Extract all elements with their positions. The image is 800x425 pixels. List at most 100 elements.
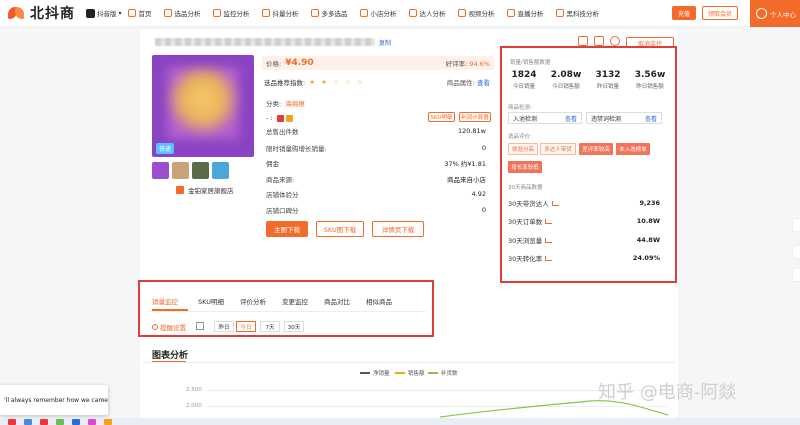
platform-icons-row: - : [266, 113, 490, 123]
recommend-index-row: 选品推荐指数: ★ ★ ☆ ☆ ☆ 商品属性: 查看 [264, 77, 492, 87]
nav-item-influencer-analysis[interactable]: 达人分析 [408, 8, 446, 18]
star-icon[interactable] [610, 36, 620, 46]
detail-page-download-button[interactable]: 详情页下载 [372, 221, 424, 237]
side-float-tab[interactable] [792, 218, 800, 232]
qrcode-icon[interactable] [594, 36, 604, 46]
banned-word-check-link[interactable]: 查看 [645, 114, 657, 123]
taskbar-app-icon[interactable] [40, 418, 48, 425]
product-image-blurred [167, 67, 239, 139]
shop-name: 金铂家居旗舰店 [188, 187, 234, 195]
main-image-download-button[interactable]: 主图下载 [266, 221, 308, 237]
tab-review-analysis[interactable]: 评价分析 [240, 296, 266, 306]
range-yesterday[interactable]: 昨日 [214, 321, 234, 332]
thumbnail[interactable] [152, 162, 169, 179]
watermark-text: 知乎 @电商-阿燚 [598, 382, 737, 403]
platform-label: 抖音版 [97, 10, 117, 18]
nav-item-product-analysis[interactable]: 选品分析 [163, 8, 201, 18]
taskbar-app-icon[interactable] [56, 418, 64, 425]
express-tag: 快递 [156, 143, 175, 154]
platform-selector[interactable]: 抖音版 ▾ [86, 6, 122, 20]
tab-sku-detail[interactable]: SKU明细 [198, 296, 224, 306]
pool-check-link[interactable]: 查看 [565, 114, 577, 123]
thumbnail[interactable] [172, 162, 189, 179]
nav-item-live-analysis[interactable]: 直播分析 [506, 8, 544, 18]
pool-check[interactable]: 入池检测 查看 [508, 112, 582, 124]
view-attributes-link[interactable]: 查看 [477, 79, 490, 87]
stat-today-sales: 1824 今日销量 [511, 70, 537, 90]
price-value: ¥4.90 [285, 58, 314, 68]
rating-stars: ★ ★ ☆ ☆ ☆ [309, 78, 365, 86]
nav-item-volume-analysis[interactable]: 抖量分析 [261, 8, 299, 18]
tab-sales-monitor[interactable]: 销量监控 [152, 296, 178, 306]
legend-item-restock[interactable]: 补货数 [428, 369, 458, 377]
recommend-label: 选品推荐指数: [264, 79, 306, 87]
nav-item-home[interactable]: 首页 [127, 8, 152, 18]
stat-today-revenue: 2.08w 今日销售额 [550, 70, 582, 90]
sku-detail-button[interactable]: SKU明细 [428, 112, 455, 122]
range-7-days[interactable]: 7天 [260, 321, 280, 332]
tab-similar-products[interactable]: 相似商品 [366, 296, 392, 306]
category-row: 分类: 海绵擦 [266, 98, 490, 108]
trend-chart-icon[interactable] [545, 237, 553, 243]
close-icon[interactable]: ‹ [102, 397, 104, 404]
range-today[interactable]: 今日 [236, 321, 256, 332]
price-bar: 价格: ¥4.90 好评率: 94.6% [262, 56, 494, 70]
stat-yesterday-sales: 3132 昨日销量 [595, 70, 621, 90]
thirty-day-title: 30天商品数据 [508, 185, 543, 191]
banned-word-check[interactable]: 违禁词检测 查看 [586, 112, 662, 124]
copy-title-link[interactable]: 复制 [379, 38, 391, 47]
good-rate-value: 94.6% [469, 60, 490, 68]
thumbnail[interactable] [212, 162, 229, 179]
info-row-shop-exp-score: 店铺体验分 4.92 [266, 190, 486, 199]
legend-line-icon [360, 372, 370, 374]
profit-calculator-button[interactable]: 利润计算器 [459, 112, 491, 122]
logo-icon [8, 5, 26, 21]
nav-item-tech-analysis[interactable]: 黑科技分析 [555, 8, 599, 18]
os-taskbar [0, 418, 800, 425]
monitor-icon [212, 9, 221, 17]
recharge-button[interactable]: 充值 [672, 6, 696, 20]
side-float-tab[interactable] [792, 245, 800, 259]
nav-item-shop-analysis[interactable]: 小店分析 [359, 8, 397, 18]
price-label: 价格: [266, 60, 282, 68]
side-float-tab[interactable] [792, 268, 800, 282]
user-center-label: 个人中心 [770, 10, 796, 19]
music-notification-toast[interactable]: 'll always remember how we came ‹ [0, 385, 108, 415]
nav-item-monitor-analysis[interactable]: 监控分析 [212, 8, 250, 18]
claim-membership-button[interactable]: 领取会员 [702, 6, 738, 20]
trend-chart-icon[interactable] [545, 218, 553, 224]
nav-item-video-analysis[interactable]: 视频分析 [457, 8, 495, 18]
sales-panel-title: 销量/销售额数据 [510, 60, 551, 66]
taskbar-app-icon[interactable] [8, 418, 16, 425]
tab-product-compare[interactable]: 商品对比 [324, 296, 350, 306]
legend-item-revenue[interactable]: 销售额 [395, 369, 425, 377]
volume-icon [261, 9, 270, 17]
user-center-button[interactable]: 个人中心 [750, 0, 800, 27]
logo[interactable]: 北抖商 [8, 3, 86, 23]
category-label: 分类: [266, 100, 282, 108]
product-main-image[interactable]: 快递 [152, 55, 254, 157]
live-icon [506, 9, 515, 17]
trend-chart-icon[interactable] [551, 200, 559, 206]
shop-icon [359, 9, 368, 17]
trend-chart-icon[interactable] [545, 255, 553, 261]
calendar-icon[interactable] [196, 322, 204, 330]
tab-change-monitor[interactable]: 变更监控 [282, 296, 308, 306]
legend-item-net-sales[interactable]: 净销量 [360, 369, 390, 377]
taskbar-app-icon[interactable] [72, 418, 80, 425]
sku-image-download-button[interactable]: SKU图下载 [316, 221, 364, 237]
reminder-settings-button[interactable]: 提醒设置 [152, 322, 186, 332]
edit-icon[interactable] [578, 36, 588, 46]
nav-item-duoduo-selection[interactable]: 多多选品 [310, 8, 348, 18]
thumbnail[interactable] [192, 162, 209, 179]
taskbar-app-icon[interactable] [104, 418, 112, 425]
influencer-icon [408, 9, 417, 17]
taskbar-app-icon[interactable] [88, 418, 96, 425]
home-icon [127, 9, 136, 17]
taskbar-app-icon[interactable] [24, 418, 32, 425]
info-row-commission: 佣金 37% 约¥1.81 [266, 160, 486, 168]
chart-title: 图表分析 [152, 351, 189, 361]
shop-link[interactable]: 金铂家居旗舰店 [176, 185, 234, 195]
category-value[interactable]: 海绵擦 [285, 98, 305, 108]
range-30-days[interactable]: 30天 [284, 321, 304, 332]
